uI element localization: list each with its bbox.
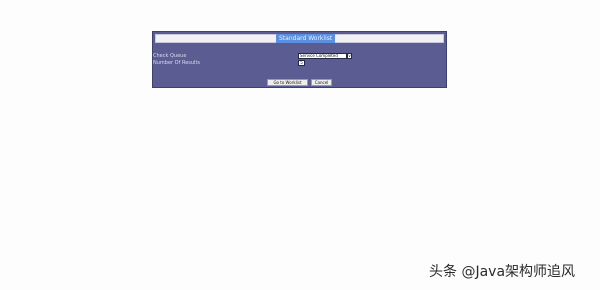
chevron-down-icon[interactable]: v	[347, 53, 352, 59]
form-title: Standard Worklist	[276, 34, 336, 43]
check-queue-label: Check Queue	[153, 53, 187, 59]
worklist-form-panel: Standard Worklist Check Queue Service Co…	[152, 31, 447, 88]
form-title-bar: Standard Worklist	[155, 34, 444, 43]
results-count-select[interactable]: 5	[298, 60, 305, 66]
check-queue-select[interactable]: Service Completed	[298, 53, 347, 59]
go-to-worklist-button[interactable]: Go to Worklist	[267, 79, 308, 86]
results-count-label: Number Of Results	[153, 60, 201, 66]
cancel-button[interactable]: Cancel	[311, 79, 332, 86]
watermark-text: 头条 @Java架构师追风	[429, 264, 576, 280]
